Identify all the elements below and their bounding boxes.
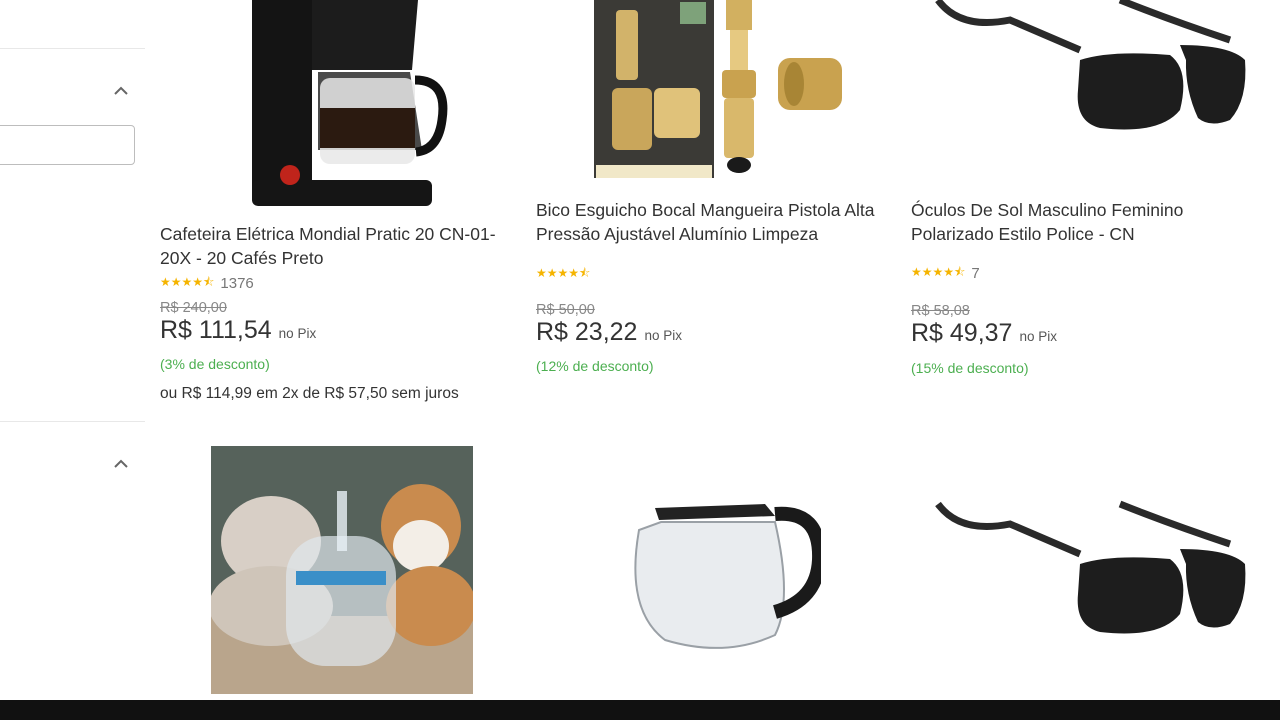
overlay-banner [0,700,1280,720]
pix-label: no Pix [644,328,682,343]
product-title[interactable]: Bico Esguicho Bocal Mangueira Pistola Al… [536,198,886,246]
old-price: R$ 240,00 [160,300,227,316]
price: R$ 111,54 no Pix [160,316,316,345]
review-count: 7 [971,265,980,282]
glass-carafe-image[interactable] [625,500,821,652]
price-value: R$ 49,37 [911,319,1013,347]
product-title[interactable]: Óculos De Sol Masculino Feminino Polariz… [911,198,1261,246]
coffee-maker-image[interactable] [190,0,490,212]
review-count: 1376 [220,275,254,292]
price-value: R$ 111,54 [160,316,272,344]
hose-nozzle-image[interactable] [594,0,844,178]
pix-label: no Pix [278,326,317,341]
price-value: R$ 23,22 [536,318,638,346]
discount-label: (15% de desconto) [911,360,1029,376]
old-price: R$ 58,08 [911,303,970,319]
price: R$ 23,22 no Pix [536,318,682,347]
product-rating: ★★★★⯪ 7 [911,263,980,284]
stars-icon: ★★★★⯪ [160,275,215,289]
sidebar-divider [0,421,145,422]
filter-sidebar [0,0,145,720]
stars-icon: ★★★★⯪ [911,265,966,279]
sunglasses-image[interactable] [930,0,1250,135]
chevron-up-icon[interactable] [112,82,130,100]
sidebar-divider [0,48,145,49]
pix-label: no Pix [1019,329,1057,344]
price: R$ 49,37 no Pix [911,319,1057,348]
discount-label: (3% de desconto) [160,356,270,372]
discount-label: (12% de desconto) [536,358,654,374]
installments-text: ou R$ 114,99 em 2x de R$ 57,50 sem juros [160,385,459,402]
product-title[interactable]: Cafeteira Elétrica Mondial Pratic 20 CN-… [160,222,510,270]
sunglasses-image[interactable] [930,494,1250,642]
stars-icon: ★★★★⯪ [536,266,591,280]
old-price: R$ 50,00 [536,302,595,318]
product-rating: ★★★★⯪ 1376 [160,273,254,294]
product-rating: ★★★★⯪ [536,264,590,285]
chevron-up-icon[interactable] [112,455,130,473]
filter-input[interactable] [0,125,135,165]
pet-fountain-image[interactable] [211,446,473,694]
